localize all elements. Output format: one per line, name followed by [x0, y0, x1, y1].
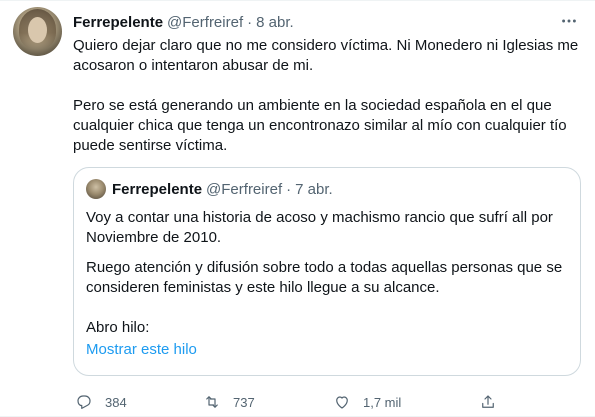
heart-icon [336, 396, 348, 409]
quoted-text-paragraph-2: Ruego atención y difusión sobre todo a t… [86, 259, 563, 296]
quoted-author-name: Ferrepelente [112, 180, 203, 198]
quoted-tweet-date: 7 abr. [295, 180, 333, 198]
header-separator: · [247, 13, 253, 31]
retweet-icon [206, 396, 218, 408]
tweet-actions: 384 737 1,7 mil [73, 391, 513, 413]
more-horizontal-icon [562, 19, 576, 23]
tweet-text-paragraph-1: Quiero dejar claro que no me considero v… [73, 37, 579, 74]
quoted-tweet-card[interactable]: Ferrepelente @Ferfreiref · 7 abr. Voy a … [73, 167, 581, 376]
quoted-author-avatar [86, 179, 106, 199]
quoted-text-paragraph-1: Voy a contar una historia de acoso y mac… [86, 209, 553, 246]
retweet-count: 737 [233, 394, 255, 410]
quoted-tweet-header: Ferrepelente @Ferfreiref · 7 abr. [112, 179, 333, 199]
quoted-header-separator: · [286, 180, 292, 198]
tweet-date[interactable]: 8 abr. [256, 14, 294, 31]
avatar-face [28, 17, 47, 43]
tweet-text-paragraph-2: Pero se está generando un ambiente en la… [73, 97, 567, 154]
like-button[interactable]: 1,7 mil [333, 391, 401, 413]
reply-count: 384 [105, 394, 127, 410]
share-icon [482, 395, 494, 408]
share-button[interactable] [479, 391, 497, 413]
like-count: 1,7 mil [363, 394, 402, 410]
tweet-header: Ferrepelente @Ferfreiref · 8 abr. [73, 12, 294, 32]
author-name[interactable]: Ferrepelente [73, 14, 163, 31]
quoted-text-paragraph-3: Abro hilo: [86, 319, 150, 336]
author-avatar[interactable] [13, 7, 62, 56]
reply-button[interactable]: 384 [75, 391, 127, 413]
tweet[interactable]: Ferrepelente @Ferfreiref · 8 abr. Quiero… [0, 0, 595, 417]
quoted-author-handle: @Ferfreiref [206, 180, 283, 198]
reply-icon [77, 395, 91, 409]
more-options-button[interactable] [559, 11, 579, 31]
author-handle[interactable]: @Ferfreiref [167, 14, 243, 31]
retweet-button[interactable]: 737 [203, 391, 255, 413]
show-thread-link[interactable]: Mostrar este hilo [86, 340, 570, 360]
